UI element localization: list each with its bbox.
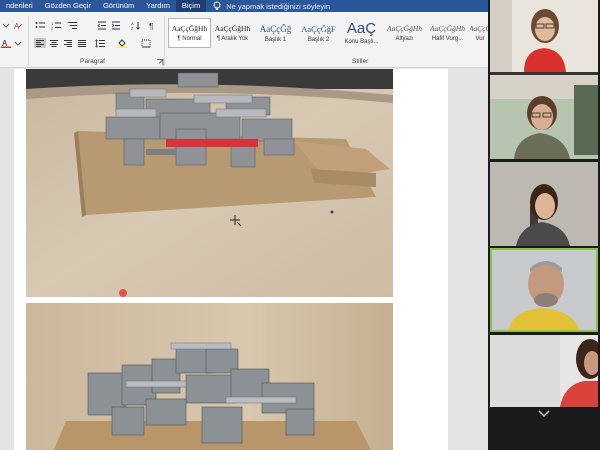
tell-me-box[interactable]: Ne yapmak istediğinizi söyleyin bbox=[212, 1, 330, 11]
bullet-list-icon bbox=[35, 21, 45, 28]
show-marks-button[interactable]: ¶ bbox=[146, 20, 158, 30]
style-name: Hafif Vurg... bbox=[431, 36, 464, 42]
pilcrow-icon: ¶ bbox=[149, 22, 153, 30]
style-name: Konu Başlı... bbox=[344, 39, 379, 45]
chevron-down-icon bbox=[14, 41, 22, 46]
align-center-icon bbox=[50, 39, 58, 47]
style-no-spacing[interactable]: AaÇçĞğHh ¶ Aralık Yok bbox=[211, 18, 254, 48]
model-photo-image bbox=[26, 303, 393, 450]
model-photo-image bbox=[26, 69, 393, 297]
style-name: ¶ Normal bbox=[177, 36, 202, 42]
bullets-button[interactable] bbox=[34, 20, 46, 30]
align-left-button[interactable] bbox=[34, 38, 46, 48]
scroll-down-button[interactable] bbox=[488, 404, 600, 424]
style-name: Başlık 1 bbox=[264, 36, 287, 43]
participant-video bbox=[490, 0, 598, 72]
font-color-icon: A bbox=[1, 39, 11, 48]
style-subtle-emphasis[interactable]: AaÇçĞğHh Hafif Vurg... bbox=[426, 18, 469, 48]
word-window: nderileri Gözden Geçir Görünüm Yardım Bi… bbox=[0, 0, 488, 450]
style-preview: AaÇçĞğHh bbox=[387, 24, 422, 33]
style-preview: AaÇ bbox=[346, 21, 377, 36]
tab-format[interactable]: Biçim bbox=[175, 0, 207, 12]
style-subtitle[interactable]: AaÇçĞğHh Altyazı bbox=[383, 18, 426, 48]
zoom-participants-panel bbox=[488, 0, 600, 450]
svg-text:Z: Z bbox=[131, 25, 134, 30]
font-color-dropdown[interactable] bbox=[12, 38, 24, 48]
line-spacing-button[interactable] bbox=[94, 38, 106, 48]
numbered-list-icon: 12 bbox=[51, 21, 61, 30]
svg-text:A: A bbox=[14, 22, 20, 30]
style-heading-2[interactable]: AaÇçĞğF Başlık 2 bbox=[297, 18, 340, 48]
paragraph-dialog-launcher[interactable] bbox=[156, 58, 164, 66]
tab-references[interactable]: nderileri bbox=[0, 0, 39, 12]
styles-group-label: Stiller bbox=[352, 58, 369, 65]
participant-video bbox=[490, 75, 598, 159]
font-color-button[interactable]: A bbox=[0, 38, 12, 48]
borders-icon bbox=[141, 39, 151, 47]
clear-format-button[interactable]: A bbox=[12, 20, 24, 30]
participant-tile-3[interactable] bbox=[490, 162, 598, 246]
style-normal[interactable]: AaÇçĞğHh ¶ Normal bbox=[168, 18, 211, 48]
align-right-icon bbox=[64, 39, 72, 47]
style-name: Altyazı bbox=[395, 36, 414, 42]
align-left-icon bbox=[36, 39, 44, 47]
numbering-button[interactable]: 12 bbox=[50, 20, 62, 30]
borders-button[interactable] bbox=[140, 38, 152, 48]
participant-video bbox=[490, 162, 598, 246]
svg-text:2: 2 bbox=[51, 25, 54, 30]
participant-video bbox=[490, 248, 598, 332]
multilevel-list-icon bbox=[68, 21, 77, 29]
participant-video bbox=[490, 335, 598, 407]
style-preview: AaÇçĞğHh bbox=[171, 24, 208, 33]
paint-bucket-icon bbox=[117, 38, 127, 48]
tab-help[interactable]: Yardım bbox=[140, 0, 176, 12]
align-center-button[interactable] bbox=[48, 38, 60, 48]
style-preview: AaÇçĞğ bbox=[259, 23, 292, 34]
font-dropdown-icon[interactable] bbox=[0, 20, 12, 30]
sort-icon: AZ bbox=[131, 21, 140, 30]
lightbulb-icon bbox=[213, 1, 221, 10]
svg-text:¶: ¶ bbox=[149, 22, 153, 30]
participant-tile-2[interactable] bbox=[490, 75, 598, 159]
clear-format-icon: A bbox=[14, 22, 23, 30]
style-title[interactable]: AaÇ Konu Başlı... bbox=[340, 18, 383, 48]
increase-indent-button[interactable] bbox=[110, 20, 122, 30]
multilevel-list-button[interactable] bbox=[66, 20, 78, 30]
chevron-down-icon bbox=[2, 23, 10, 28]
style-preview: AaÇçĞ bbox=[469, 24, 488, 33]
tell-me-text: Ne yapmak istediğinizi söyleyin bbox=[226, 1, 330, 11]
ribbon: A A 12 A Z ¶ Paragraf AaÇçĞğHh ¶ Normal … bbox=[0, 12, 488, 68]
dialog-launcher-icon bbox=[157, 58, 164, 65]
align-right-button[interactable] bbox=[62, 38, 74, 48]
tab-review[interactable]: Gözden Geçir bbox=[39, 0, 97, 12]
styles-gallery: AaÇçĞğHh ¶ Normal AaÇçĞğHh ¶ Aralık Yok … bbox=[168, 18, 488, 56]
style-preview: AaÇçĞğHh bbox=[214, 24, 251, 33]
style-name: Vur bbox=[475, 36, 485, 42]
style-name: ¶ Aralık Yok bbox=[216, 36, 249, 42]
laser-pointer-dot bbox=[119, 289, 127, 297]
style-preview: AaÇçĞğHh bbox=[430, 24, 465, 33]
increase-indent-icon bbox=[111, 21, 120, 29]
decrease-indent-icon bbox=[97, 21, 106, 29]
architectural-model-photo-1[interactable] bbox=[26, 69, 393, 297]
menu-bar: nderileri Gözden Geçir Görünüm Yardım Bi… bbox=[0, 0, 488, 12]
style-preview: AaÇçĞğF bbox=[301, 23, 336, 34]
style-emphasis[interactable]: AaÇçĞ Vur bbox=[469, 18, 488, 48]
decrease-indent-button[interactable] bbox=[96, 20, 108, 30]
justify-button[interactable] bbox=[76, 38, 88, 48]
architectural-model-photo-2[interactable] bbox=[26, 303, 393, 450]
chevron-down-icon bbox=[538, 410, 550, 418]
sort-button[interactable]: AZ bbox=[130, 20, 142, 30]
paragraph-group-label: Paragraf bbox=[80, 58, 105, 65]
style-name: Başlık 2 bbox=[307, 36, 330, 43]
line-spacing-icon bbox=[95, 38, 105, 48]
style-heading-1[interactable]: AaÇçĞğ Başlık 1 bbox=[254, 18, 297, 48]
participant-tile-4-active[interactable] bbox=[490, 248, 598, 332]
tab-view[interactable]: Görünüm bbox=[97, 0, 140, 12]
participant-tile-1[interactable] bbox=[490, 0, 598, 84]
shading-button[interactable] bbox=[116, 38, 128, 48]
participant-tile-5[interactable] bbox=[490, 335, 598, 407]
justify-icon bbox=[78, 39, 86, 47]
